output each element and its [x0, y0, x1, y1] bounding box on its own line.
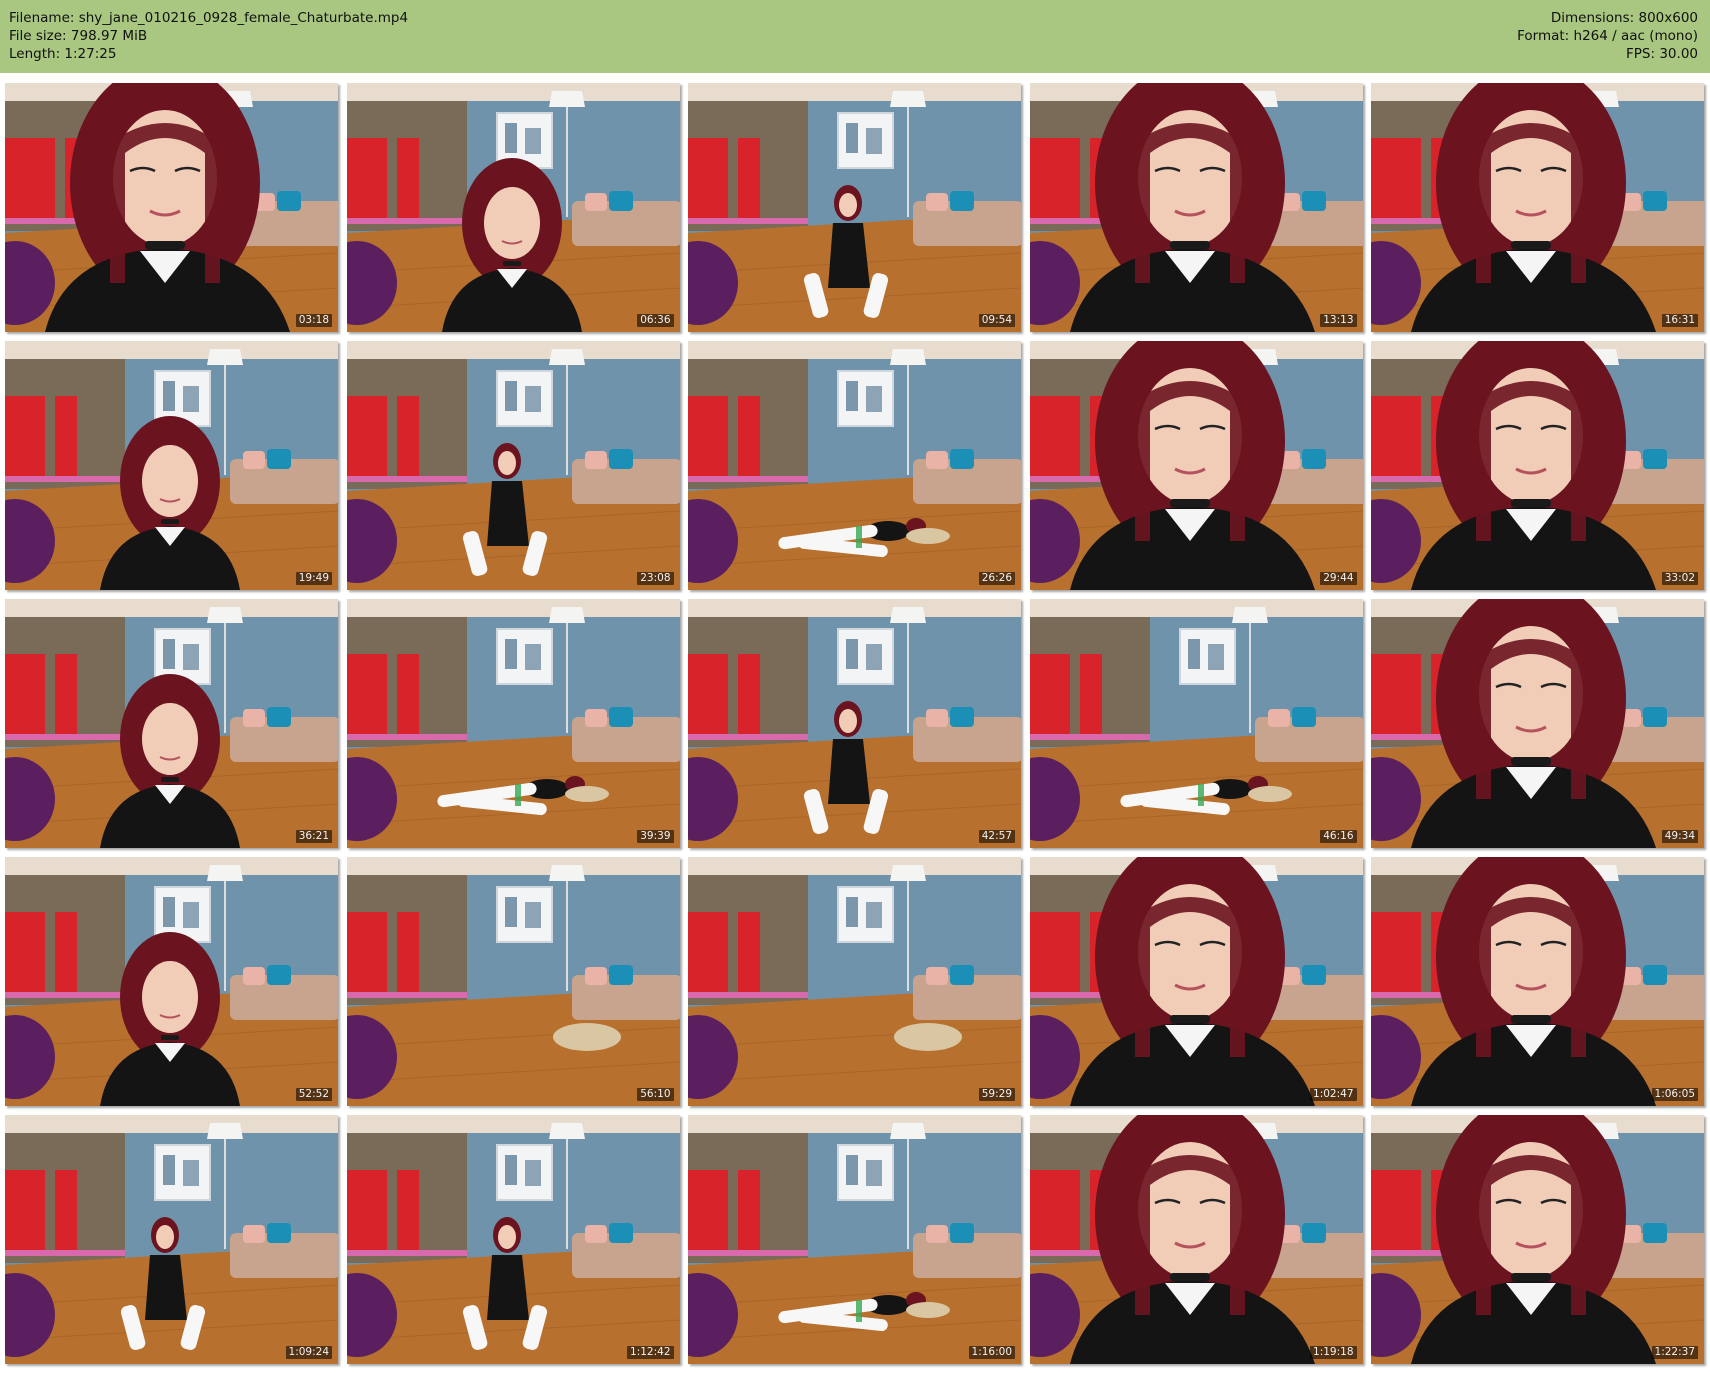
thumbnail-frame: 26:26 — [688, 341, 1021, 590]
video-frame-image — [5, 599, 338, 848]
thumbnail-frame: 16:31 — [1371, 83, 1704, 332]
video-frame-image — [5, 857, 338, 1106]
timestamp-label: 06:36 — [637, 314, 674, 327]
video-frame-image — [1371, 341, 1704, 590]
timestamp-label: 29:44 — [1320, 572, 1357, 585]
thumbnail-frame: 46:16 — [1029, 599, 1363, 848]
fps-text: FPS: 30.00 — [1626, 46, 1698, 62]
video-frame-image — [346, 857, 680, 1106]
timestamp-label: 19:49 — [295, 572, 332, 585]
timestamp-label: 49:34 — [1661, 830, 1698, 843]
timestamp-label: 03:18 — [295, 314, 332, 327]
thumbnail-frame: 52:52 — [5, 857, 338, 1106]
timestamp-label: 23:08 — [637, 572, 674, 585]
video-frame-image — [688, 341, 1021, 590]
timestamp-label: 1:22:37 — [1651, 1346, 1698, 1359]
timestamp-label: 39:39 — [637, 830, 674, 843]
timestamp-label: 56:10 — [637, 1088, 674, 1101]
timestamp-label: 1:06:05 — [1651, 1088, 1698, 1101]
thumbnail-frame: 49:34 — [1371, 599, 1704, 848]
thumbnail-grid: 03:18 06:36 09:54 13:13 16:31 19:49 23:08 26:26… — [5, 83, 1705, 1364]
thumbnail-frame: 1:09:24 — [5, 1115, 338, 1364]
filename-text: Filename: shy_jane_010216_0928_female_Ch… — [9, 10, 409, 26]
thumbnail-frame: 42:57 — [688, 599, 1021, 848]
video-frame-image — [346, 83, 680, 332]
file-info-left: Filename: shy_jane_010216_0928_female_Ch… — [9, 9, 408, 63]
filesize-text: File size: 798.97 MiB — [9, 28, 148, 44]
thumbnail-frame: 09:54 — [688, 83, 1021, 332]
thumbnail-frame: 33:02 — [1371, 341, 1704, 590]
timestamp-label: 1:09:24 — [285, 1346, 332, 1359]
video-frame-image — [346, 341, 680, 590]
thumbnail-frame: 1:16:00 — [688, 1115, 1021, 1364]
video-frame-image — [1029, 341, 1363, 590]
thumbnail-frame: 13:13 — [1029, 83, 1363, 332]
video-frame-image — [5, 341, 338, 590]
thumbnail-frame: 19:49 — [5, 341, 338, 590]
video-frame-image — [1371, 599, 1704, 848]
timestamp-label: 26:26 — [978, 572, 1015, 585]
timestamp-label: 1:19:18 — [1310, 1346, 1357, 1359]
video-frame-image — [5, 83, 338, 332]
thumbnail-frame: 06:36 — [346, 83, 680, 332]
thumbnail-frame: 23:08 — [346, 341, 680, 590]
thumbnail-frame: 29:44 — [1029, 341, 1363, 590]
thumbnail-frame: 36:21 — [5, 599, 338, 848]
timestamp-label: 42:57 — [978, 830, 1015, 843]
thumbnail-frame: 56:10 — [346, 857, 680, 1106]
timestamp-label: 16:31 — [1661, 314, 1698, 327]
video-frame-image — [688, 599, 1021, 848]
video-frame-image — [1371, 83, 1704, 332]
video-frame-image — [1029, 83, 1363, 332]
timestamp-label: 1:12:42 — [627, 1346, 674, 1359]
thumbnail-frame: 1:12:42 — [346, 1115, 680, 1364]
video-frame-image — [1029, 599, 1363, 848]
timestamp-label: 46:16 — [1320, 830, 1357, 843]
thumbnail-frame: 1:19:18 — [1029, 1115, 1363, 1364]
thumbnail-frame: 59:29 — [688, 857, 1021, 1106]
timestamp-label: 09:54 — [978, 314, 1015, 327]
thumbnail-frame: 1:06:05 — [1371, 857, 1704, 1106]
thumbnail-frame: 39:39 — [346, 599, 680, 848]
thumbnail-frame: 1:02:47 — [1029, 857, 1363, 1106]
video-frame-image — [1371, 1115, 1704, 1364]
timestamp-label: 52:52 — [295, 1088, 332, 1101]
thumbnail-frame: 1:22:37 — [1371, 1115, 1704, 1364]
file-info-header: Filename: shy_jane_010216_0928_female_Ch… — [0, 0, 1710, 73]
timestamp-label: 36:21 — [295, 830, 332, 843]
timestamp-label: 1:16:00 — [968, 1346, 1015, 1359]
video-frame-image — [688, 83, 1021, 332]
video-frame-image — [1371, 857, 1704, 1106]
file-info-right: Dimensions: 800x600 Format: h264 / aac (… — [1517, 9, 1698, 63]
format-text: Format: h264 / aac (mono) — [1517, 28, 1698, 44]
length-text: Length: 1:27:25 — [9, 46, 117, 62]
video-frame-image — [688, 1115, 1021, 1364]
video-frame-image — [1029, 857, 1363, 1106]
timestamp-label: 13:13 — [1320, 314, 1357, 327]
video-frame-image — [346, 599, 680, 848]
timestamp-label: 33:02 — [1661, 572, 1698, 585]
thumbnail-frame: 03:18 — [5, 83, 338, 332]
video-frame-image — [346, 1115, 680, 1364]
timestamp-label: 1:02:47 — [1310, 1088, 1357, 1101]
video-frame-image — [688, 857, 1021, 1106]
video-frame-image — [1029, 1115, 1363, 1364]
video-frame-image — [5, 1115, 338, 1364]
dimensions-text: Dimensions: 800x600 — [1550, 10, 1698, 26]
timestamp-label: 59:29 — [978, 1088, 1015, 1101]
